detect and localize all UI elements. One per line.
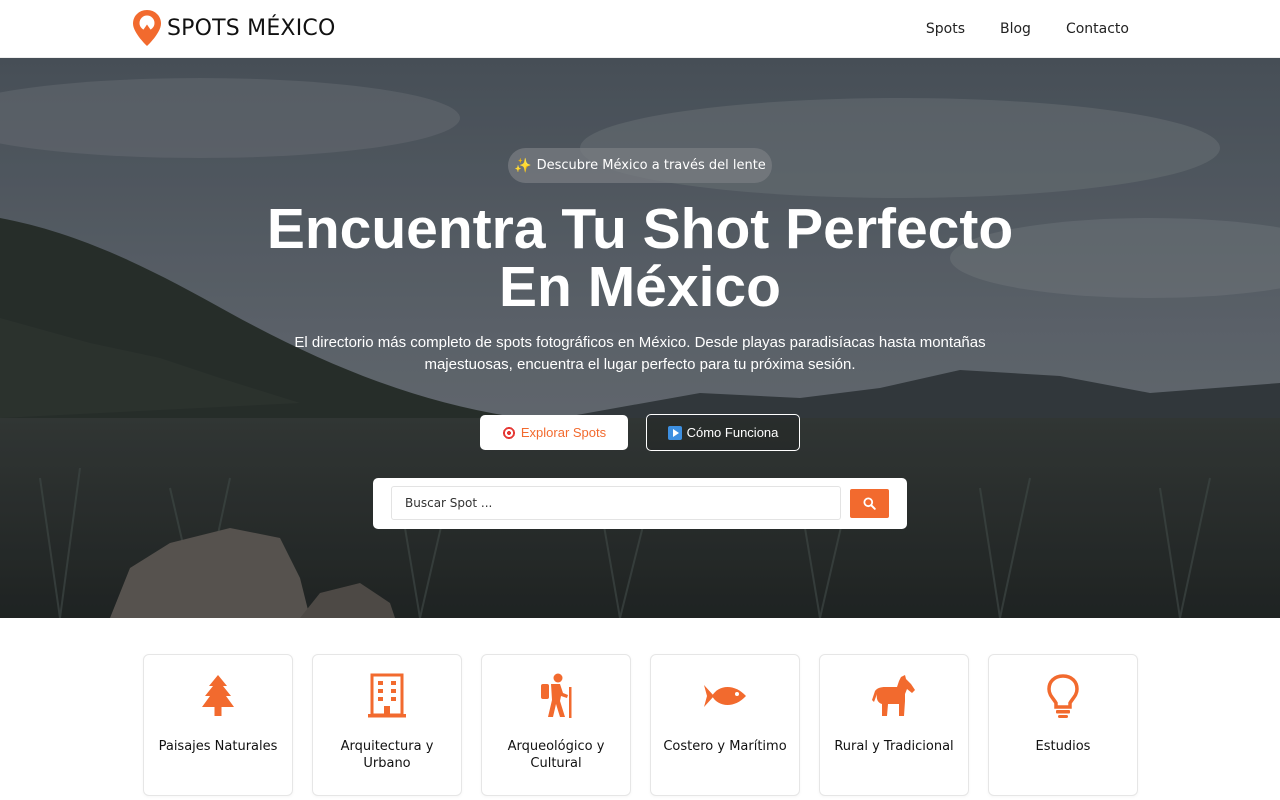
category-label: Paisajes Naturales [158, 739, 278, 754]
brand-name: SPOTS MÉXICO [167, 15, 336, 41]
category-card-costero-maritimo[interactable]: Costero y Marítimo [650, 654, 800, 796]
hero-title-line-2: En México [499, 255, 781, 319]
category-card-estudios[interactable]: Estudios [988, 654, 1138, 796]
search-button[interactable] [850, 489, 889, 518]
how-it-works-button[interactable]: Cómo Funciona [646, 414, 800, 451]
tree-icon [194, 672, 242, 720]
hiker-icon [532, 672, 580, 720]
category-label: Estudios [1035, 739, 1091, 754]
nav-item-contacto[interactable]: Contacto [1066, 21, 1129, 37]
hero-title-line-1: Encuentra Tu Shot Perfecto [266, 197, 1014, 261]
category-card-arqueologico-cultural[interactable]: Arqueológico y Cultural [481, 654, 631, 796]
nav-item-blog[interactable]: Blog [1000, 21, 1031, 37]
category-list: Paisajes Naturales Arquitectura y Urbano [143, 654, 1138, 796]
category-card-rural-tradicional[interactable]: Rural y Tradicional [819, 654, 969, 796]
explore-spots-label: Explorar Spots [520, 425, 607, 440]
sparkles-icon: ✨ [514, 157, 532, 174]
fish-icon [701, 672, 749, 720]
nav-item-spots[interactable]: Spots [926, 21, 965, 37]
search-bar [373, 478, 907, 529]
hero-badge-text: Descubre México a través del lente [536, 158, 766, 173]
category-label: Rural y Tradicional [834, 739, 954, 754]
category-card-paisajes-naturales[interactable]: Paisajes Naturales [143, 654, 293, 796]
category-label: Costero y Marítimo [663, 739, 787, 754]
building-icon [363, 672, 411, 720]
site-header: SPOTS MÉXICO Spots Blog Contacto [0, 0, 1280, 58]
hero-title: Encuentra Tu Shot Perfecto En México [240, 200, 1040, 316]
hero-section: ✨ Descubre México a través del lente Enc… [0, 58, 1280, 618]
horse-icon [870, 672, 918, 720]
category-label: Arquitectura y Urbano [340, 739, 434, 771]
play-icon [667, 425, 682, 440]
main-nav: Spots Blog Contacto [891, 0, 1129, 58]
search-input[interactable] [391, 486, 841, 520]
how-it-works-label: Cómo Funciona [686, 425, 779, 440]
map-pin-logo-icon [133, 10, 161, 46]
category-card-arquitectura-urbano[interactable]: Arquitectura y Urbano [312, 654, 462, 796]
explore-spots-button[interactable]: Explorar Spots [480, 415, 628, 450]
lightbulb-icon [1039, 672, 1087, 720]
brand-logo[interactable]: SPOTS MÉXICO [132, 9, 335, 47]
search-icon [863, 497, 876, 510]
target-icon [501, 425, 516, 440]
category-label: Arqueológico y Cultural [507, 739, 605, 771]
hero-subtitle: El directorio más completo de spots foto… [294, 334, 986, 373]
hero-badge: ✨ Descubre México a través del lente [508, 148, 772, 183]
